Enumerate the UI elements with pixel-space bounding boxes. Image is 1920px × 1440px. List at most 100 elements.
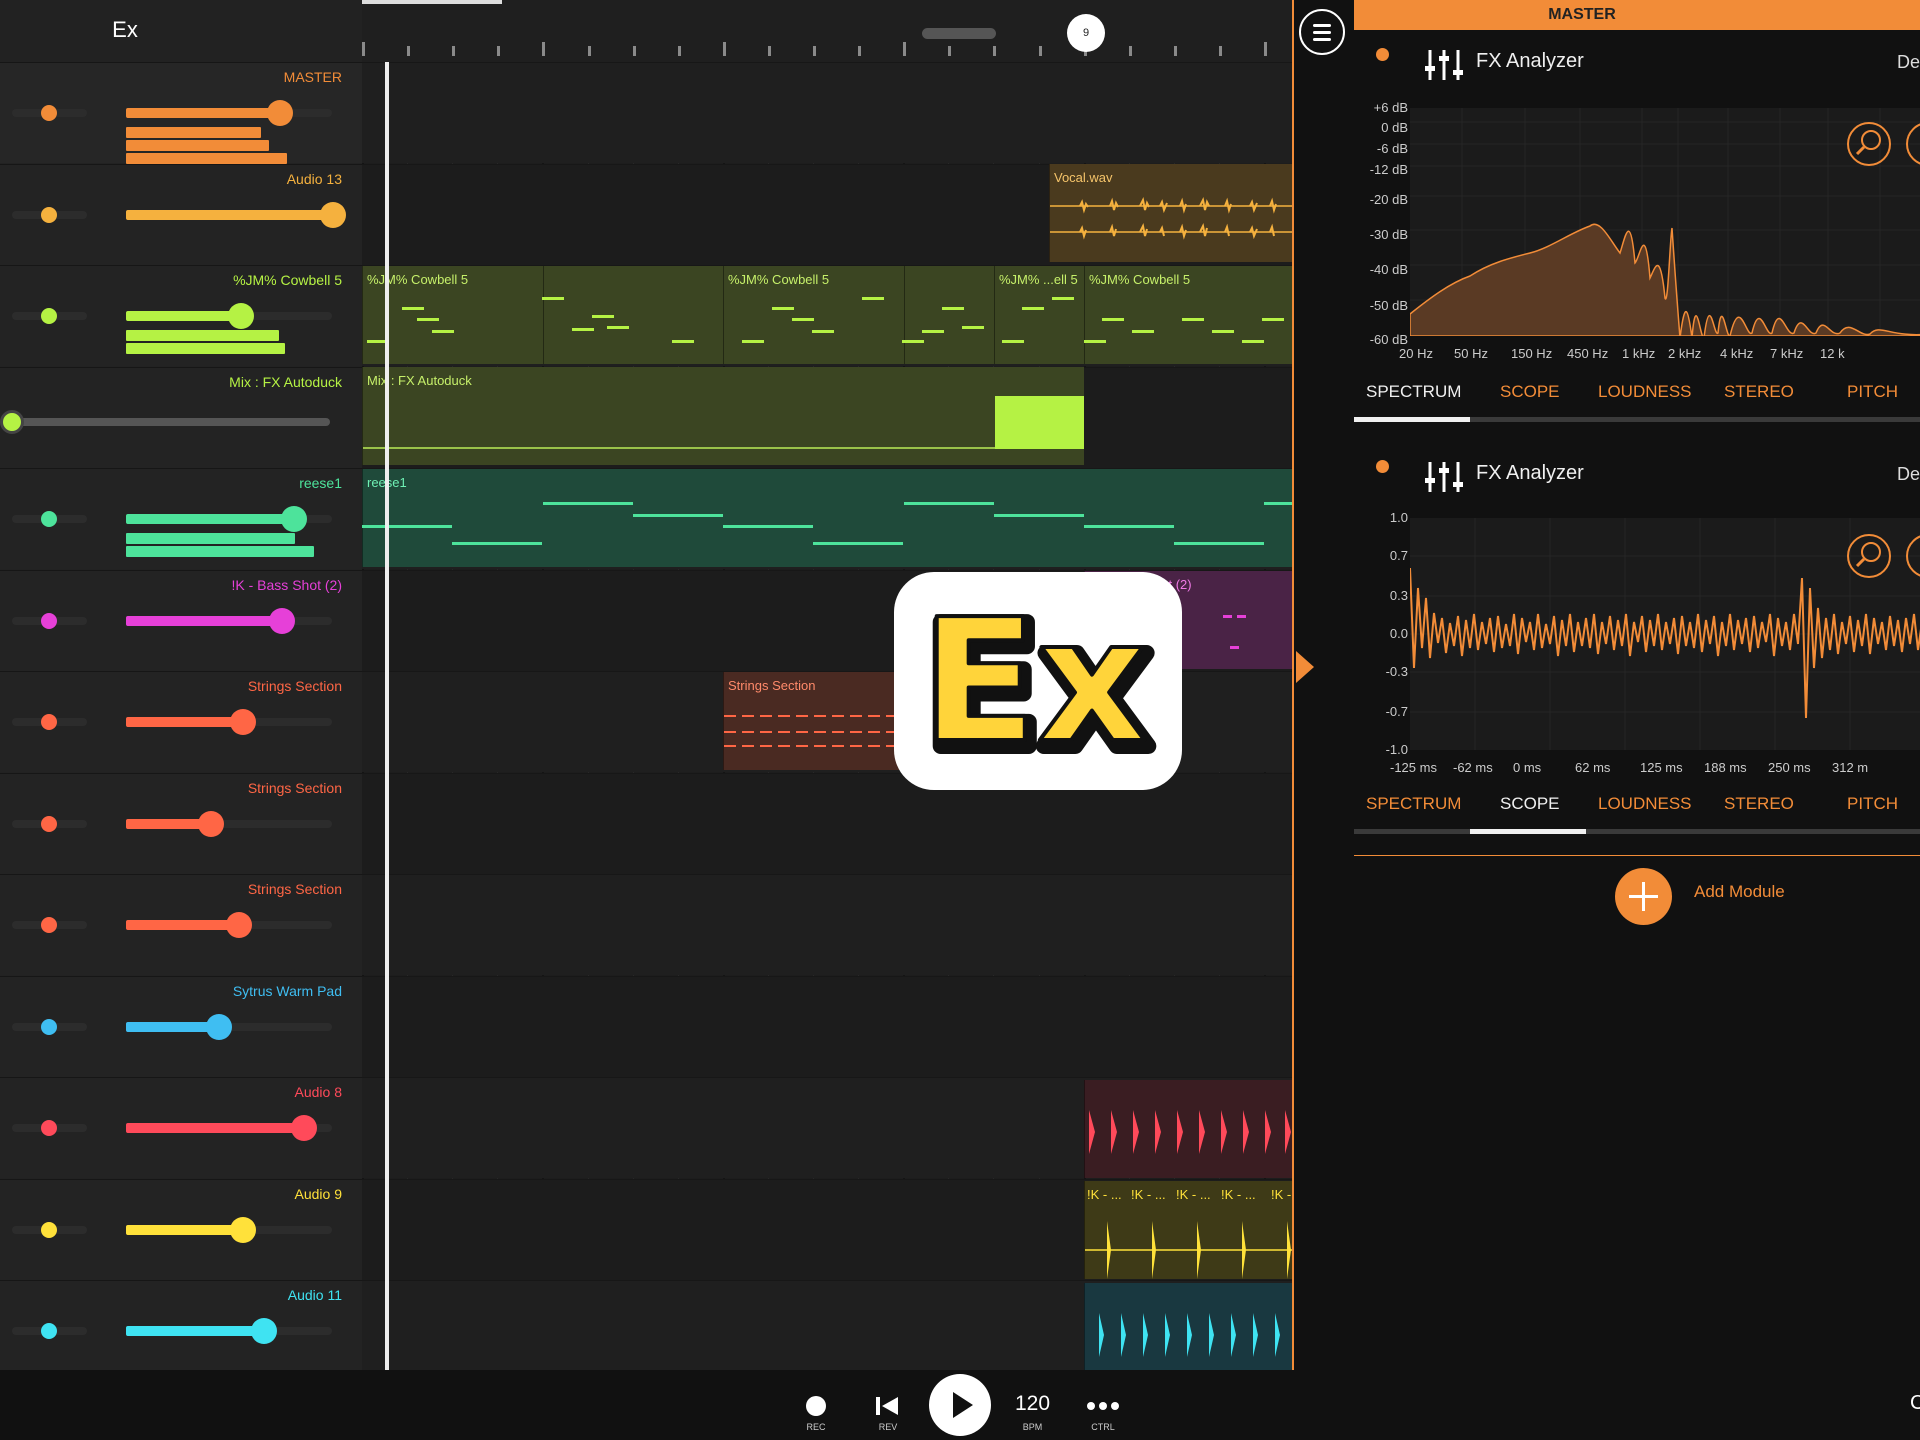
mute-toggle[interactable] — [41, 714, 57, 730]
tab-loudness[interactable]: LOUDNESS — [1598, 794, 1692, 814]
mute-toggle[interactable] — [41, 1323, 57, 1339]
track-row[interactable]: reese1 — [0, 468, 362, 569]
track-row[interactable]: Strings Section — [0, 671, 362, 772]
mute-toggle[interactable] — [41, 917, 57, 933]
x-axis-label: 0 ms — [1513, 760, 1542, 775]
track-lane[interactable] — [362, 874, 1292, 975]
clip-audio8[interactable] — [1084, 1080, 1292, 1178]
volume-knob[interactable] — [291, 1115, 317, 1141]
note — [1230, 646, 1239, 649]
tab-pitch[interactable]: PITCH — [1847, 382, 1898, 402]
track-row[interactable]: Strings Section — [0, 773, 362, 874]
preset-label[interactable]: De — [1897, 52, 1920, 73]
bar-marker[interactable]: 9 — [1067, 14, 1105, 52]
track-lane[interactable] — [362, 62, 1292, 163]
track-row[interactable]: Audio 13 — [0, 164, 362, 265]
clip-vocal[interactable]: Vocal.wav — [1049, 164, 1292, 262]
rewind-button[interactable]: REV — [868, 1370, 908, 1440]
track-row[interactable]: Audio 8 — [0, 1077, 362, 1178]
volume-knob[interactable] — [269, 608, 295, 634]
loop-region-bar[interactable] — [362, 0, 502, 4]
volume-knob[interactable] — [228, 303, 254, 329]
menu-button[interactable] — [1299, 9, 1345, 55]
play-button[interactable] — [929, 1370, 991, 1440]
volume-knob[interactable] — [206, 1014, 232, 1040]
volume-knob[interactable] — [230, 709, 256, 735]
volume-knob[interactable] — [281, 506, 307, 532]
clip-cowbell-2b[interactable] — [904, 266, 994, 364]
tab-loudness[interactable]: LOUDNESS — [1598, 382, 1692, 402]
collapse-panel-arrow-icon[interactable] — [1296, 651, 1314, 683]
volume-knob[interactable] — [267, 100, 293, 126]
bpm-control[interactable]: 120 BPM — [1010, 1370, 1055, 1440]
track-row[interactable]: Audio 9 — [0, 1179, 362, 1280]
mute-toggle[interactable] — [41, 613, 57, 629]
clip-cowbell-1[interactable]: %JM% Cowbell 5 — [362, 266, 543, 364]
ruler-tick — [1264, 42, 1267, 56]
volume-knob[interactable] — [198, 811, 224, 837]
volume-knob[interactable] — [230, 1217, 256, 1243]
mixer-sliders-icon — [1425, 462, 1463, 492]
volume-knob[interactable] — [320, 202, 346, 228]
clip-cowbell-4[interactable]: %JM% Cowbell 5 — [1084, 266, 1292, 364]
tab-scope[interactable]: SCOPE — [1500, 794, 1560, 814]
automation-slider[interactable] — [12, 418, 330, 426]
mute-toggle[interactable] — [41, 511, 57, 527]
level-meter — [126, 153, 287, 164]
mute-toggle[interactable] — [41, 1120, 57, 1136]
module-power-icon[interactable] — [1376, 48, 1389, 61]
ex-logo-badge: Ex Ex — [894, 572, 1182, 795]
module-power-icon[interactable] — [1376, 460, 1389, 473]
level-meter — [126, 140, 269, 151]
tab-spectrum[interactable]: SPECTRUM — [1366, 794, 1461, 814]
volume-knob[interactable] — [251, 1318, 277, 1344]
zoom-button[interactable] — [1847, 534, 1891, 578]
tab-scope[interactable]: SCOPE — [1500, 382, 1560, 402]
track-row[interactable]: Sytrus Warm Pad — [0, 976, 362, 1077]
track-row[interactable]: Mix : FX Autoduck — [0, 367, 362, 468]
tab-stereo[interactable]: STEREO — [1724, 382, 1794, 402]
add-module-button[interactable] — [1615, 868, 1672, 925]
playhead[interactable] — [385, 62, 389, 1370]
mute-toggle[interactable] — [41, 308, 57, 324]
level-meter — [126, 546, 314, 557]
add-module-label[interactable]: Add Module — [1694, 882, 1785, 902]
mute-toggle[interactable] — [41, 207, 57, 223]
clip-reese[interactable]: reese1 — [362, 469, 1292, 567]
clip-cowbell-2[interactable]: %JM% Cowbell 5 — [723, 266, 904, 364]
volume-fill — [126, 920, 236, 930]
volume-knob[interactable] — [226, 912, 252, 938]
svg-text:Ex: Ex — [921, 583, 1147, 781]
track-row[interactable]: Audio 11 — [0, 1280, 362, 1381]
clip-strings[interactable]: Strings Section — [723, 672, 904, 770]
tab-stereo[interactable]: STEREO — [1724, 794, 1794, 814]
track-row[interactable]: !K - Bass Shot (2) — [0, 570, 362, 671]
clip-audio11[interactable] — [1084, 1283, 1292, 1370]
scroll-handle[interactable] — [922, 28, 996, 39]
track-lane[interactable] — [362, 976, 1292, 1077]
clip-cowbell-1b[interactable] — [543, 266, 723, 364]
zoom-button[interactable] — [1847, 122, 1891, 166]
module-title: FX Analyzer — [1476, 50, 1584, 72]
clip-autoduck[interactable]: Mix : FX Autoduck — [362, 367, 1084, 465]
tab-spectrum[interactable]: SPECTRUM — [1366, 382, 1461, 402]
track-row[interactable]: %JM% Cowbell 5 — [0, 265, 362, 366]
clip-audio9[interactable]: !K - ... !K - ... !K - ... !K - ... !K - — [1084, 1181, 1292, 1279]
record-button[interactable]: REC — [796, 1370, 836, 1440]
mute-toggle[interactable] — [41, 1222, 57, 1238]
y-axis-label: 0.3 — [1389, 588, 1408, 603]
track-row[interactable]: Strings Section — [0, 874, 362, 975]
clip-cowbell-3[interactable]: %JM% ...ell 5 — [994, 266, 1084, 364]
track-row[interactable]: MASTER — [0, 62, 362, 164]
mute-toggle[interactable] — [41, 816, 57, 832]
divider — [1354, 855, 1920, 856]
x-axis-label: 62 ms — [1575, 760, 1611, 775]
tab-pitch[interactable]: PITCH — [1847, 794, 1898, 814]
timeline-ruler[interactable]: 9 — [362, 0, 1292, 62]
preset-label[interactable]: De — [1897, 464, 1920, 485]
mute-toggle[interactable] — [41, 1019, 57, 1035]
automation-knob[interactable] — [0, 410, 24, 434]
controls-button[interactable]: CTRL — [1083, 1370, 1123, 1440]
x-axis-label: 125 ms — [1640, 760, 1683, 775]
mute-toggle[interactable] — [41, 105, 57, 121]
